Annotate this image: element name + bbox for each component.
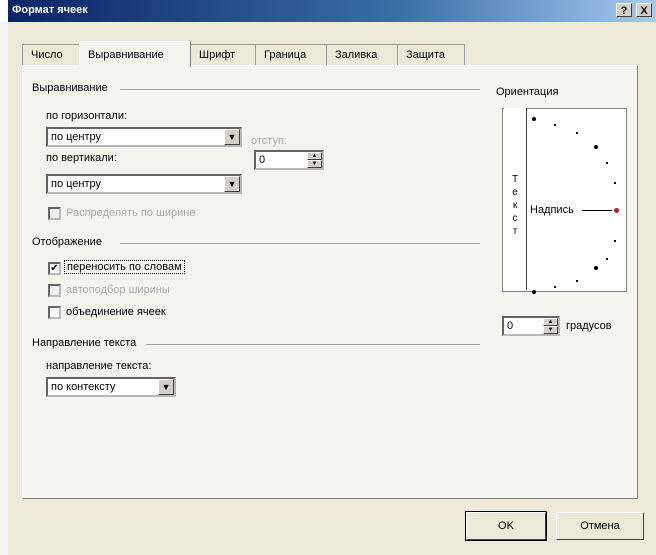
merge-label: объединение ячеек [66,306,166,318]
vertical-char-3: к [512,200,518,211]
vertical-char-1: Т [511,174,519,185]
angle-dot[interactable] [532,290,536,294]
distribute-label: Распределять по ширине [66,207,196,219]
degrees-value: 0 [507,320,514,332]
chevron-down-icon[interactable]: ▼ [158,379,174,395]
horizontal-select[interactable]: по центру ▼ [46,127,242,147]
ok-button[interactable]: OK [465,511,547,541]
degrees-label: градусов [566,320,612,332]
angle-tick [606,258,608,260]
direction-group-label: Направление текста [32,337,137,349]
angle-tick [606,162,608,164]
indent-spinner[interactable]: 0 ▲ ▼ [254,150,324,170]
display-group-label: Отображение [32,236,102,248]
vertical-text-box[interactable]: Т е к с т [504,108,527,290]
wrap-checkbox[interactable]: ✔ [48,262,61,275]
cancel-button[interactable]: Отмена [556,512,644,540]
angle-tick [576,280,578,282]
horizontal-value: по центру [51,131,102,143]
angle-dot[interactable] [594,266,598,270]
indent-label: отступ: [251,135,287,147]
tab-fill[interactable]: Заливка [326,44,398,66]
spin-down-icon[interactable]: ▼ [307,160,322,168]
close-button[interactable]: X [636,3,652,17]
tab-border[interactable]: Граница [255,44,327,66]
angle-tick [554,124,556,126]
tab-number[interactable]: Число [22,44,80,66]
horizontal-label: по горизонтали: [46,110,128,122]
angle-dot[interactable] [532,117,536,121]
alignment-group-label: Выравнивание [32,82,108,94]
tab-alignment[interactable]: Выравнивание [79,41,191,67]
tab-protection[interactable]: Защита [397,44,465,66]
format-cells-dialog: Формат ячеек ? X Число Выравнивание Шриф… [8,0,656,555]
distribute-checkbox[interactable] [48,207,61,220]
degrees-spinner[interactable]: 0 ▲ ▼ [502,316,560,336]
title-bar: Формат ячеек ? X [8,0,656,22]
alignment-group-line [120,89,480,91]
orientation-indicator-dot[interactable] [614,208,619,213]
vertical-char-4: с [512,213,518,224]
vertical-label: по вертикали: [46,152,117,164]
angle-tick [614,182,616,184]
angle-dot[interactable] [594,145,598,149]
chevron-down-icon[interactable]: ▼ [224,129,240,145]
vertical-value: по центру [51,178,102,190]
autofit-checkbox[interactable] [48,284,61,297]
help-button[interactable]: ? [616,3,632,17]
orientation-caption: Надпись [530,204,574,216]
direction-group-line [146,344,480,346]
merge-checkbox[interactable] [48,306,61,319]
angle-tick [614,240,616,242]
display-group-line [120,243,480,245]
vertical-char-5: т [512,226,518,237]
dialog-title: Формат ячеек [12,4,88,16]
orientation-pointer [582,210,612,211]
text-direction-value: по контексту [51,381,116,393]
angle-tick [576,132,578,134]
text-direction-label: направление текста: [46,360,152,372]
spin-down-icon[interactable]: ▼ [543,326,558,334]
vertical-select[interactable]: по центру ▼ [46,174,242,194]
autofit-label: автоподбор ширины [66,284,170,296]
indent-value: 0 [259,154,266,166]
text-direction-select[interactable]: по контексту ▼ [46,377,176,397]
tab-font[interactable]: Шрифт [190,44,256,66]
orientation-group-label: Ориентация [494,86,561,98]
chevron-down-icon[interactable]: ▼ [224,176,240,192]
wrap-label: переносить по словам [64,260,185,274]
angle-tick [554,286,556,288]
spin-up-icon[interactable]: ▲ [307,152,322,160]
orientation-group: Ориентация Т е к с т Надпись 0 ▲ ▼ граду… [490,86,633,338]
spin-up-icon[interactable]: ▲ [543,318,558,326]
vertical-char-2: е [512,187,518,198]
